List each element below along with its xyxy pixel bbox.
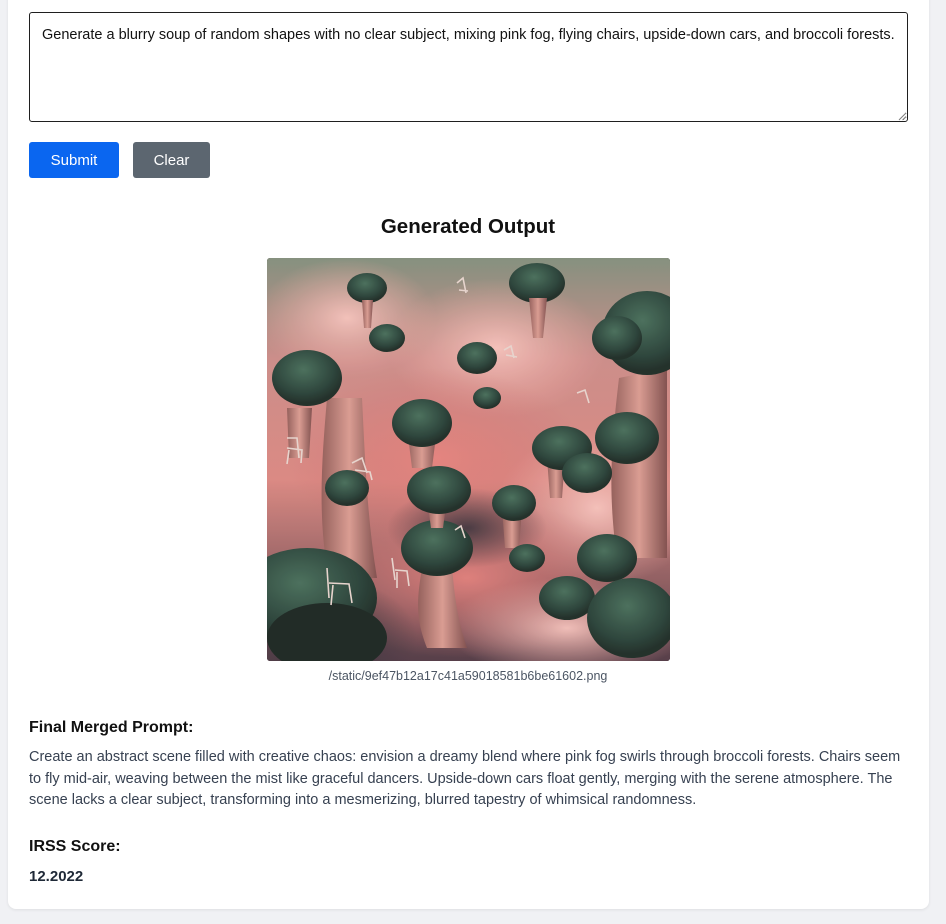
clear-button[interactable]: Clear bbox=[133, 142, 210, 178]
score-value: 12.2022 bbox=[29, 868, 84, 885]
submit-button[interactable]: Submit bbox=[29, 142, 119, 178]
output-heading: Generated Output bbox=[380, 215, 556, 238]
image-path: /static/9ef47b12a17c41a59018581b6be61602… bbox=[328, 669, 608, 683]
generated-image bbox=[267, 258, 670, 661]
prompt-textarea[interactable] bbox=[29, 12, 908, 122]
score-title: IRSS Score: bbox=[29, 838, 121, 855]
merged-prompt-title: Final Merged Prompt: bbox=[29, 719, 194, 736]
merged-prompt-text: Create an abstract scene filled with cre… bbox=[29, 749, 901, 808]
